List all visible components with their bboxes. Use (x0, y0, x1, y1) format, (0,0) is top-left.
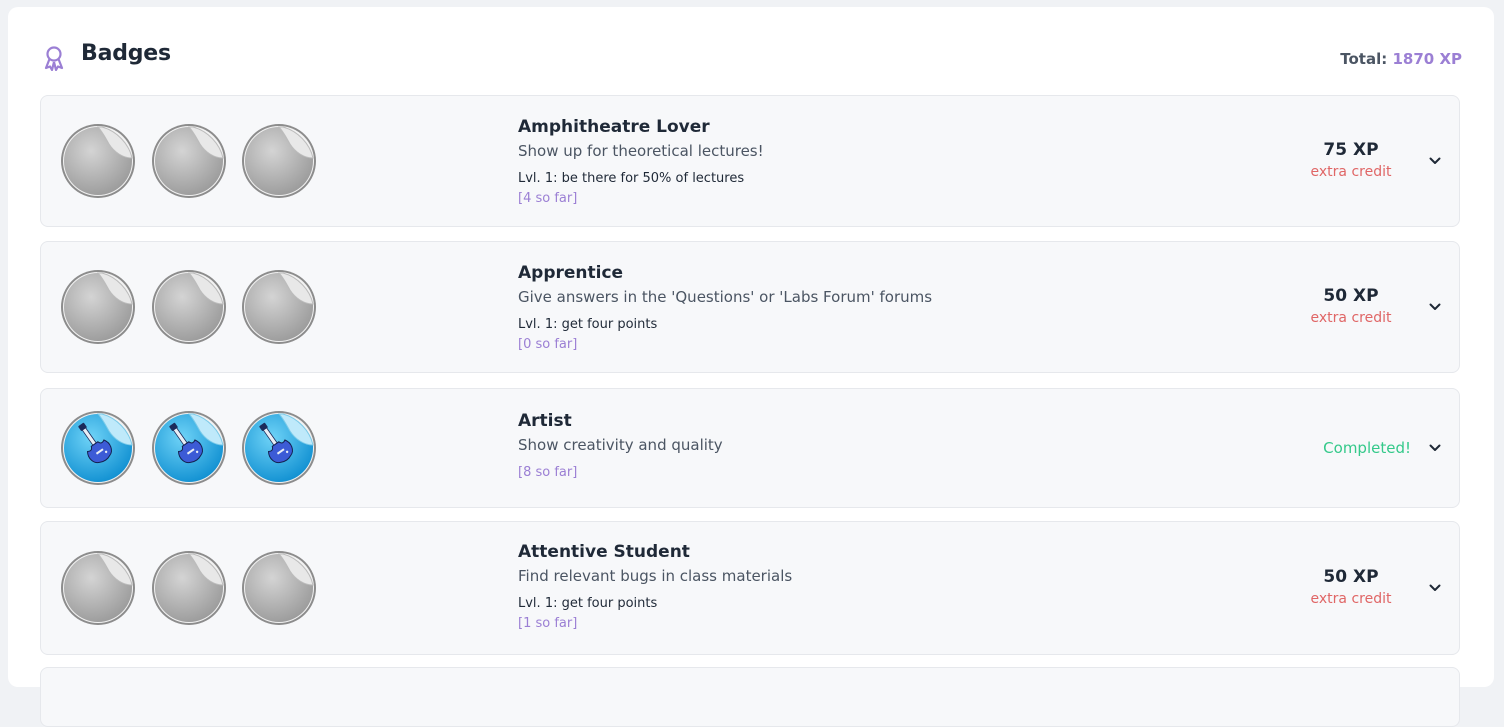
badges-header: Badges Total: 1870 XP (8, 7, 1494, 95)
badge-reward: 50 XP extra credit (1291, 566, 1411, 608)
badge-description: Show up for theoretical lectures! (518, 142, 764, 160)
badge-level-requirement: Lvl. 1: be there for 50% of lectures (518, 171, 745, 186)
badge-description: Give answers in the 'Questions' or 'Labs… (518, 288, 933, 306)
badge-title: Apprentice (518, 263, 624, 283)
badge-description: Find relevant bugs in class materials (518, 567, 793, 585)
locked-badge-icon (59, 122, 137, 200)
guitar-icon (240, 409, 318, 487)
badge-level-requirement: Lvl. 1: get four points (518, 317, 658, 332)
locked-badge-icon (150, 549, 228, 627)
chevron-down-icon[interactable] (1427, 153, 1443, 169)
locked-badge-icon (59, 268, 137, 346)
extra-credit-label: extra credit (1310, 164, 1392, 180)
locked-badge-icon (59, 549, 137, 627)
guitar-icon (150, 409, 228, 487)
badge-card[interactable]: Amphitheatre Lover Show up for theoretic… (40, 95, 1460, 227)
chevron-down-icon[interactable] (1427, 440, 1443, 456)
total-xp: Total: 1870 XP (1340, 50, 1462, 68)
badge-info: Apprentice Give answers in the 'Question… (518, 262, 1218, 354)
total-value: 1870 XP (1392, 50, 1462, 68)
locked-badge-icon (240, 549, 318, 627)
badge-reward: Completed! (1291, 438, 1411, 458)
award-ribbon-icon (44, 46, 64, 71)
locked-badge-icon (150, 268, 228, 346)
chevron-down-icon[interactable] (1427, 299, 1443, 315)
badge-progress: [1 so far] (518, 616, 578, 631)
extra-credit-label: extra credit (1310, 310, 1392, 326)
page-title: Badges (81, 41, 171, 66)
completed-status: Completed! (1323, 439, 1411, 457)
badge-info: Attentive Student Find relevant bugs in … (518, 541, 1218, 633)
badge-card[interactable]: Apprentice Give answers in the 'Question… (40, 241, 1460, 373)
total-label: Total: (1340, 50, 1388, 68)
chevron-down-icon[interactable] (1427, 580, 1443, 596)
locked-badge-icon (240, 122, 318, 200)
badge-title: Attentive Student (518, 542, 690, 562)
badge-info: Artist Show creativity and quality [8 so… (518, 410, 1218, 482)
badges-panel: Badges Total: 1870 XP Amphitheatre Lover… (8, 7, 1494, 727)
locked-badge-icon (240, 268, 318, 346)
badge-level-requirement: Lvl. 1: get four points (518, 596, 658, 611)
badge-progress: [4 so far] (518, 191, 578, 206)
badge-reward: 50 XP extra credit (1291, 285, 1411, 327)
badge-card[interactable] (40, 667, 1460, 727)
locked-badge-icon (150, 122, 228, 200)
badge-card[interactable]: Artist Show creativity and quality [8 so… (40, 388, 1460, 508)
badge-card[interactable]: Attentive Student Find relevant bugs in … (40, 521, 1460, 655)
badge-progress: [8 so far] (518, 465, 578, 480)
badge-title: Artist (518, 411, 572, 431)
badge-xp: 50 XP (1323, 567, 1379, 587)
extra-credit-label: extra credit (1310, 591, 1392, 607)
badge-title: Amphitheatre Lover (518, 117, 710, 137)
badge-reward: 75 XP extra credit (1291, 139, 1411, 181)
badge-xp: 50 XP (1323, 286, 1379, 306)
badge-xp: 75 XP (1323, 140, 1379, 160)
badge-progress: [0 so far] (518, 337, 578, 352)
badge-info: Amphitheatre Lover Show up for theoretic… (518, 116, 1218, 208)
guitar-icon (59, 409, 137, 487)
badge-description: Show creativity and quality (518, 436, 723, 454)
